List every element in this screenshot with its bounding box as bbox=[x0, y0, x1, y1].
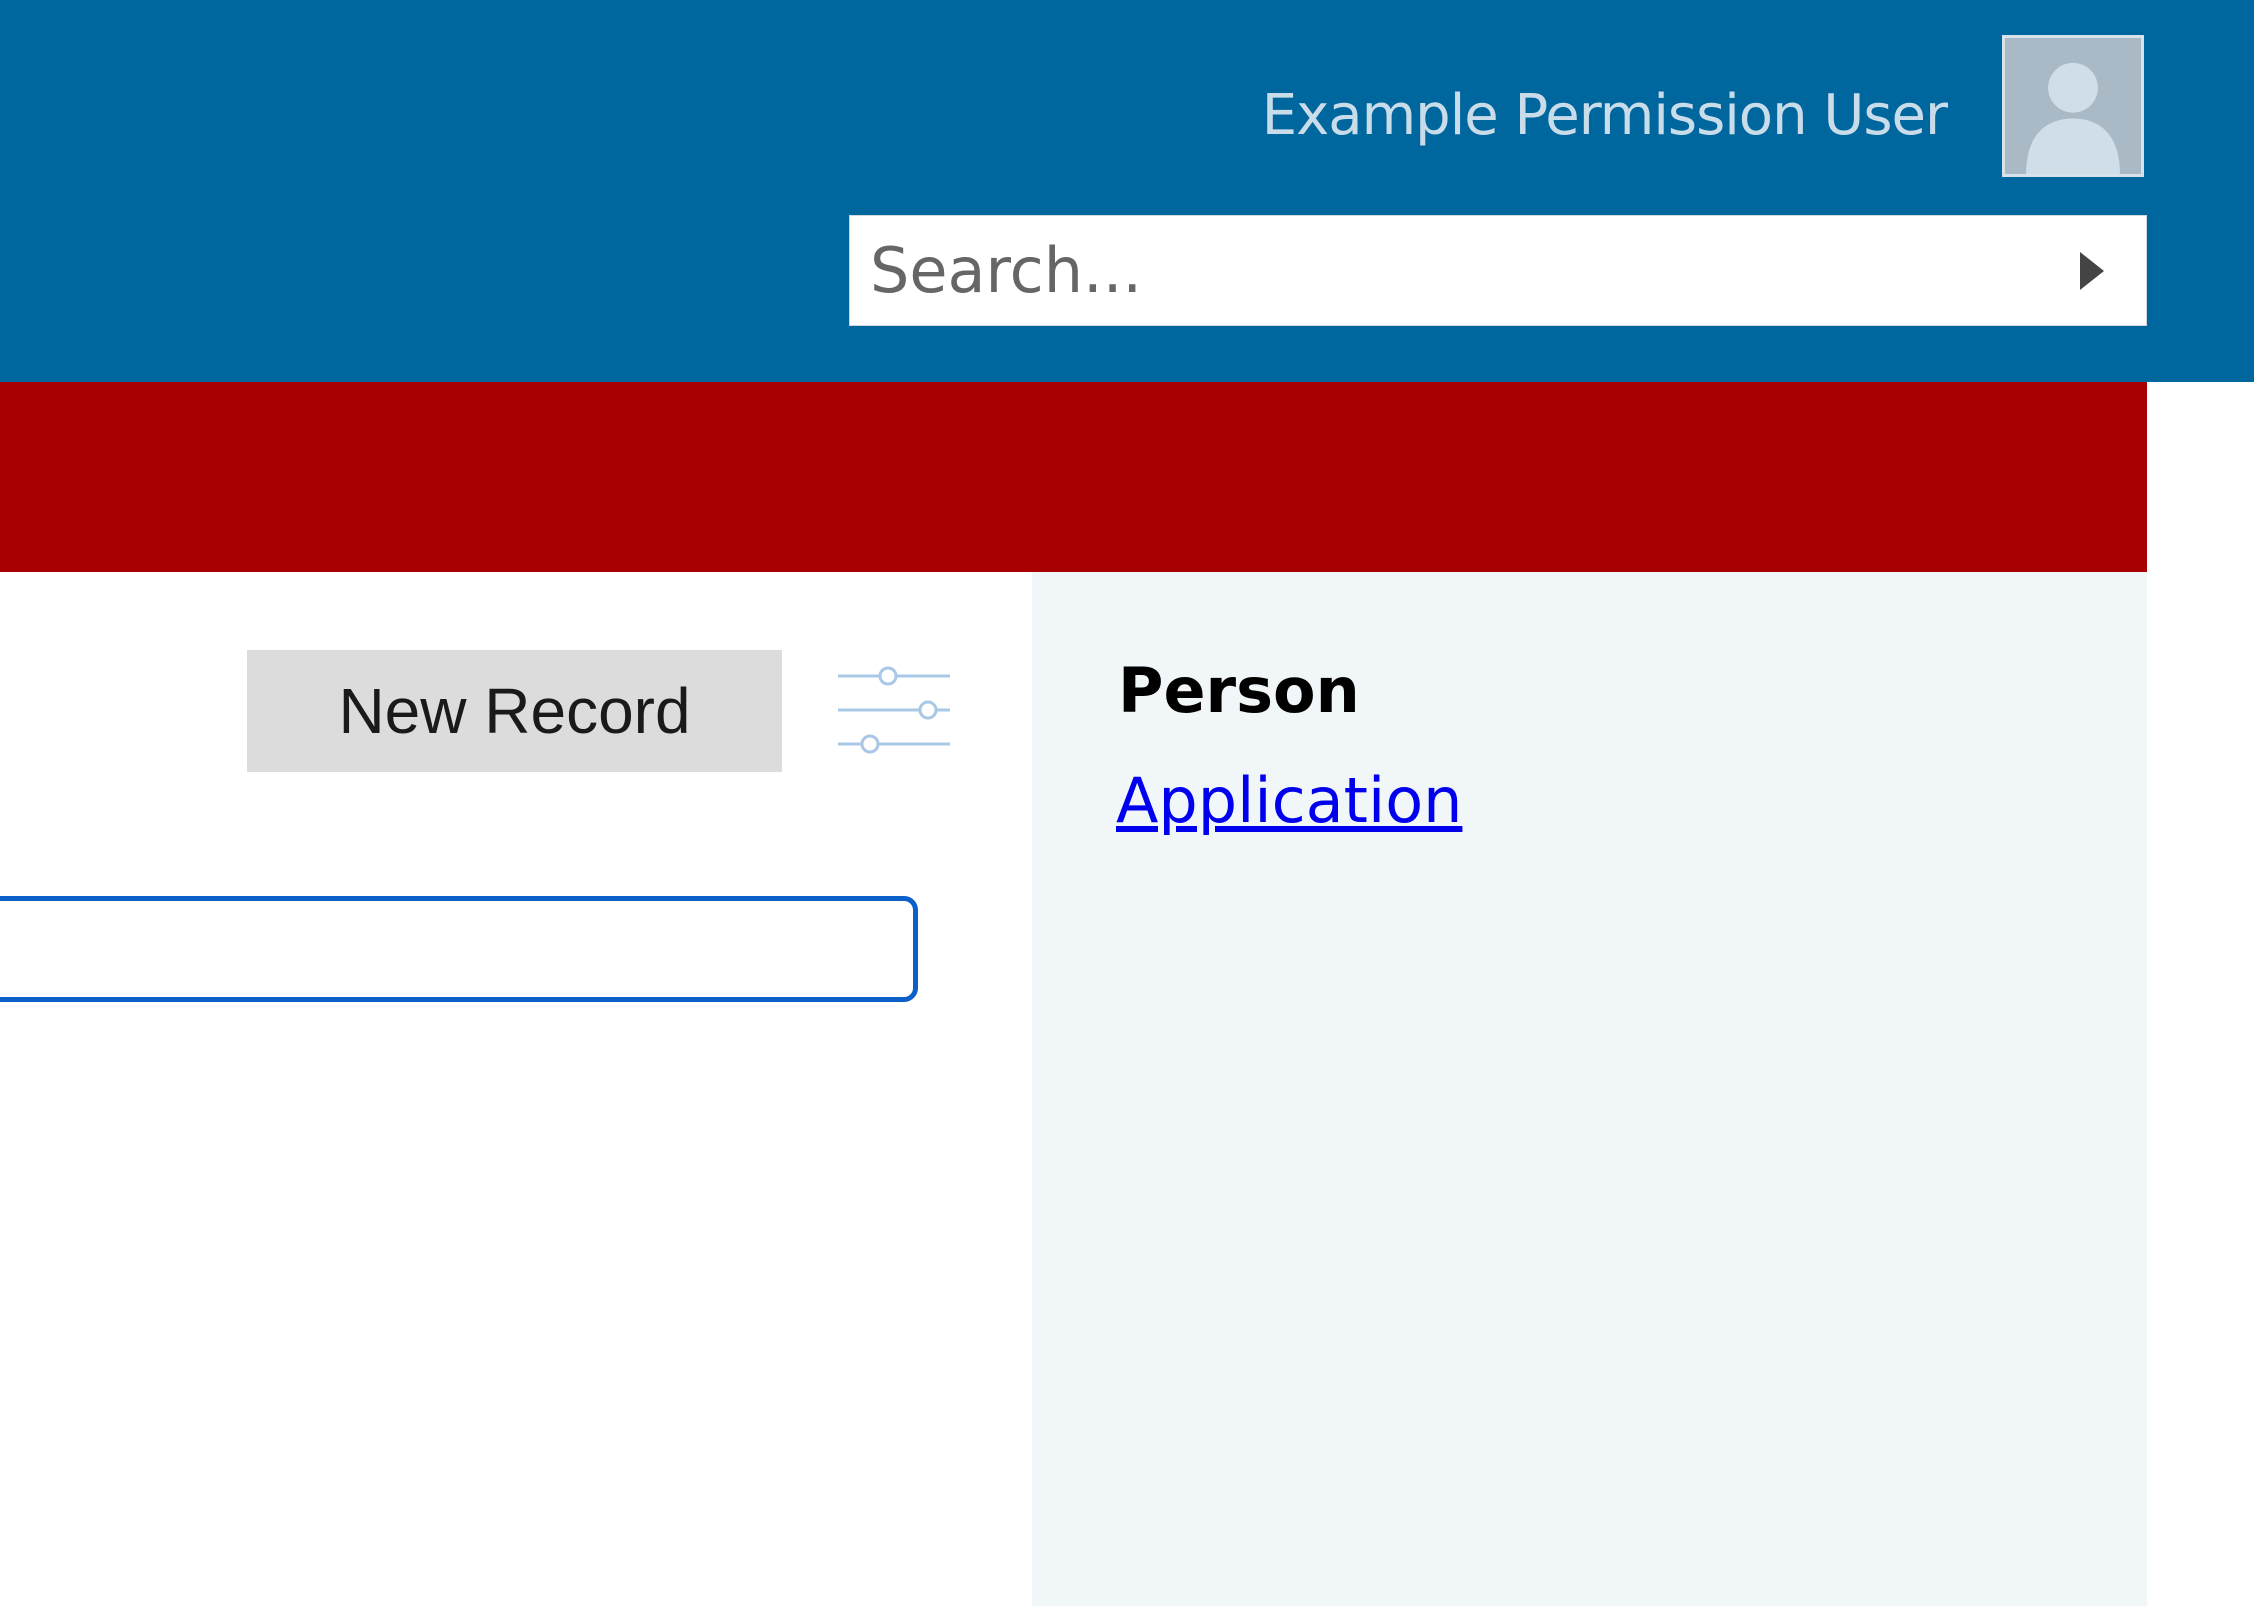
sliders-icon[interactable] bbox=[838, 662, 950, 758]
red-banner bbox=[0, 382, 2147, 572]
panel-title: Person bbox=[1118, 654, 1360, 727]
top-header: Example Permission User bbox=[0, 0, 2254, 382]
record-search-input[interactable] bbox=[0, 896, 918, 1002]
triangle-right-icon[interactable] bbox=[2072, 246, 2112, 296]
global-search bbox=[849, 215, 2147, 326]
side-panel: Person Application bbox=[1032, 572, 2147, 1606]
new-record-button[interactable]: New Record bbox=[247, 650, 782, 772]
application-link[interactable]: Application bbox=[1116, 764, 1462, 837]
user-avatar-icon[interactable] bbox=[2002, 35, 2144, 177]
user-name[interactable]: Example Permission User bbox=[1262, 78, 1948, 154]
app-page: Example Permission User New Record bbox=[0, 0, 2254, 1606]
global-search-input[interactable] bbox=[870, 216, 2020, 325]
